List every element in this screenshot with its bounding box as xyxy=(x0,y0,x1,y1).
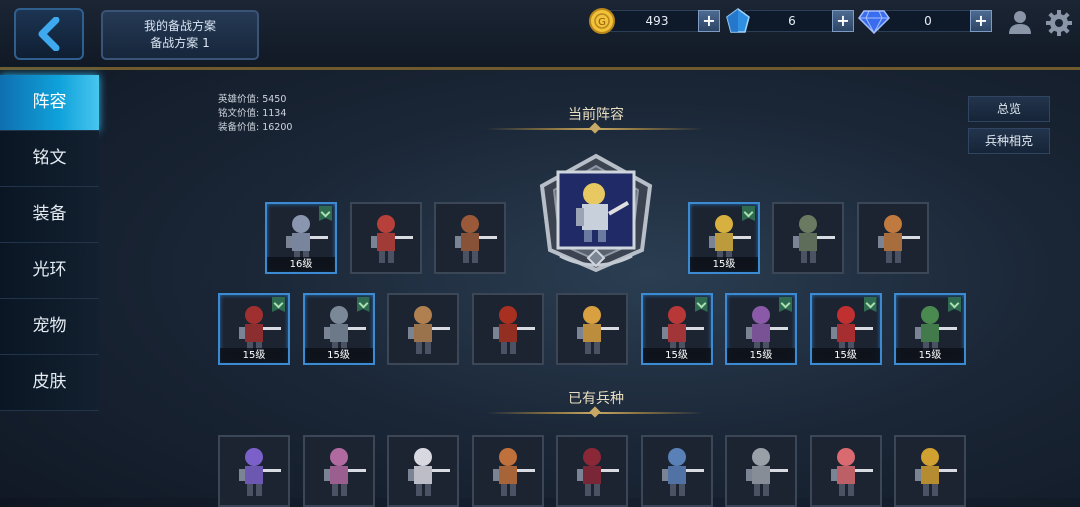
sidebar-item-aura[interactable]: 光环 xyxy=(0,243,99,299)
blue-crystal-icon xyxy=(726,8,750,33)
equipment-value: 装备价值: 16200 xyxy=(218,122,293,133)
owned-units-title: 已有兵种 xyxy=(568,391,624,407)
lineup-unit-card[interactable] xyxy=(556,293,628,365)
lineup-unit-card[interactable]: 15级 xyxy=(894,293,966,365)
unit-level-label: 15级 xyxy=(690,257,758,272)
commander-hero-emblem[interactable] xyxy=(530,152,662,274)
title-divider-notch xyxy=(589,406,601,418)
lineup-unit-card[interactable] xyxy=(471,293,544,365)
current-lineup-title: 当前阵容 xyxy=(568,107,624,123)
owned-unit-card[interactable] xyxy=(302,435,375,507)
sidebar-item-runes[interactable]: 铭文 xyxy=(0,131,99,187)
title-divider-notch xyxy=(589,122,601,134)
sidebar-item-pets[interactable]: 宠物 xyxy=(0,299,99,355)
crystal-amount: 6 xyxy=(744,10,840,32)
sidebar-item-equipment[interactable]: 装备 xyxy=(0,187,99,243)
unit-level-label: 15级 xyxy=(727,348,795,363)
unit-sprite-icon xyxy=(661,448,704,496)
gold-currency: G 493 + xyxy=(588,8,720,34)
lineup-unit-card[interactable]: 15级 xyxy=(218,293,290,365)
diamond-amount: 0 xyxy=(878,10,978,32)
unit-sprite-icon xyxy=(323,448,366,496)
unit-sprite-icon xyxy=(746,448,788,496)
profile-icon[interactable] xyxy=(1007,9,1033,35)
lineup-unit-card[interactable]: 15级 xyxy=(688,202,760,274)
diamond-currency: 0 + xyxy=(858,9,992,35)
owned-unit-card[interactable] xyxy=(725,435,797,507)
gold-coin-icon: G xyxy=(589,8,615,34)
sidebar-item-lineup[interactable]: 阵容 xyxy=(0,75,99,131)
add-diamond-button[interactable]: + xyxy=(970,10,992,32)
crystal-currency: 6 + xyxy=(724,8,854,33)
owned-unit-card[interactable] xyxy=(809,435,882,507)
lineup-unit-card[interactable] xyxy=(350,202,422,274)
overview-button[interactable]: 总览 xyxy=(968,96,1050,122)
owned-unit-card[interactable] xyxy=(387,435,459,507)
lineup-unit-card[interactable]: 15级 xyxy=(640,293,713,365)
chevron-left-icon xyxy=(38,17,60,51)
top-bar: 我的备战方案 备战方案 1 G 493 + 6 + 0 + xyxy=(0,0,1080,70)
unit-level-label: 15级 xyxy=(642,348,711,363)
owned-unit-card[interactable] xyxy=(218,435,290,507)
add-gold-button[interactable]: + xyxy=(698,10,720,32)
hero-value: 英雄价值: 5450 xyxy=(218,94,287,105)
unit-sprite-icon xyxy=(577,306,619,354)
rune-value: 铭文价值: 1134 xyxy=(218,108,287,119)
add-crystal-button[interactable]: + xyxy=(832,10,854,32)
unit-level-label: 15级 xyxy=(220,348,288,363)
lineup-unit-card[interactable] xyxy=(387,293,459,365)
unit-sprite-icon xyxy=(408,306,450,354)
unit-level-label: 16级 xyxy=(267,257,335,272)
back-button[interactable] xyxy=(14,8,84,60)
unit-sprite-icon xyxy=(408,448,450,496)
unit-level-label: 15级 xyxy=(811,348,880,363)
unit-sprite-icon xyxy=(371,215,413,263)
lineup-unit-card[interactable] xyxy=(772,202,844,274)
settings-gear-icon[interactable] xyxy=(1045,9,1073,37)
lineup-unit-card[interactable]: 15级 xyxy=(809,293,882,365)
owned-unit-card[interactable] xyxy=(556,435,628,507)
owned-unit-card[interactable] xyxy=(471,435,544,507)
unit-sprite-icon xyxy=(239,448,281,496)
battle-plan-selector[interactable]: 我的备战方案 备战方案 1 xyxy=(101,10,259,60)
owned-unit-card[interactable] xyxy=(894,435,966,507)
unit-sprite-icon xyxy=(492,306,535,354)
unit-sprite-icon xyxy=(830,448,873,496)
svg-text:G: G xyxy=(598,17,606,28)
unit-sprite-icon xyxy=(878,215,920,263)
diamond-icon xyxy=(858,10,890,35)
owned-unit-card[interactable] xyxy=(640,435,713,507)
lineup-unit-card[interactable]: 15级 xyxy=(725,293,797,365)
lineup-unit-card[interactable] xyxy=(857,202,929,274)
unit-counters-button[interactable]: 兵种相克 xyxy=(968,128,1050,154)
sidebar: 阵容 铭文 装备 光环 宠物 皮肤 xyxy=(0,75,100,415)
lineup-unit-card[interactable]: 15级 xyxy=(302,293,375,365)
sidebar-item-skins[interactable]: 皮肤 xyxy=(0,355,99,411)
unit-sprite-icon xyxy=(577,448,619,496)
plan-title: 我的备战方案 xyxy=(143,19,216,33)
unit-sprite-icon xyxy=(492,448,535,496)
gold-amount: 493 xyxy=(608,10,706,32)
unit-sprite-icon xyxy=(915,448,957,496)
lineup-unit-card[interactable] xyxy=(434,202,506,274)
unit-level-label: 15级 xyxy=(304,348,373,363)
lineup-value-stats: 英雄价值: 5450 铭文价值: 1134 装备价值: 16200 xyxy=(218,93,292,135)
unit-level-label: 15级 xyxy=(896,348,964,363)
lineup-unit-card[interactable]: 16级 xyxy=(265,202,337,274)
unit-sprite-icon xyxy=(793,215,835,263)
unit-sprite-icon xyxy=(455,215,497,263)
plan-name: 备战方案 1 xyxy=(150,36,210,50)
